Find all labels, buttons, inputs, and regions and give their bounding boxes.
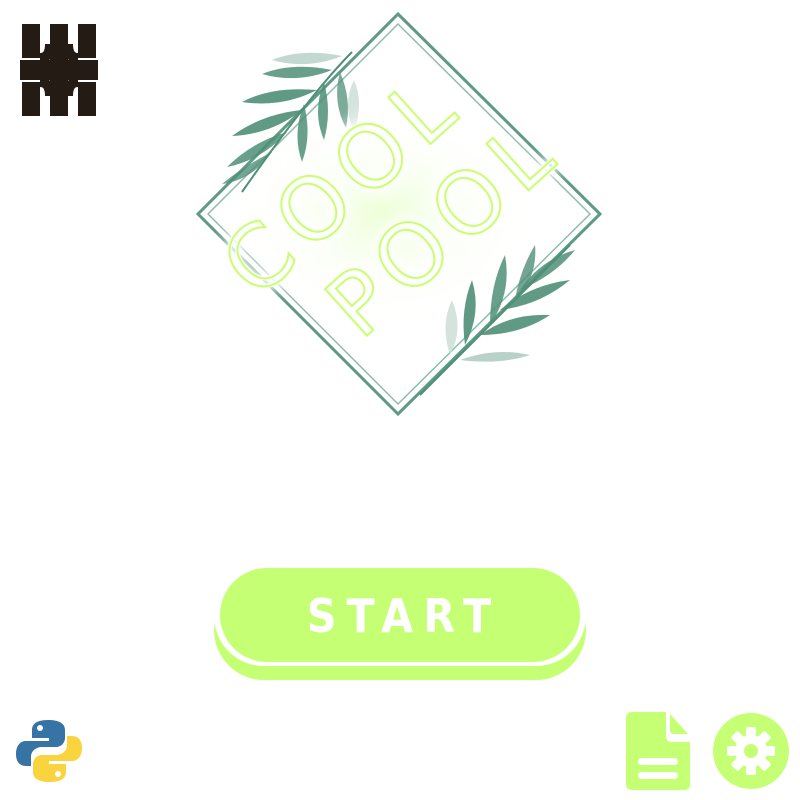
start-button[interactable]: START [212,564,588,684]
game-title-logo: COOL POOL COOL POOL [195,11,603,417]
python-logo [16,720,82,782]
gear-icon[interactable] [712,712,790,790]
utn-logo [20,24,98,116]
document-icon[interactable] [624,712,692,792]
start-button-label: START [306,589,502,643]
title-screen: COOL POOL COOL POOL START [0,0,800,800]
